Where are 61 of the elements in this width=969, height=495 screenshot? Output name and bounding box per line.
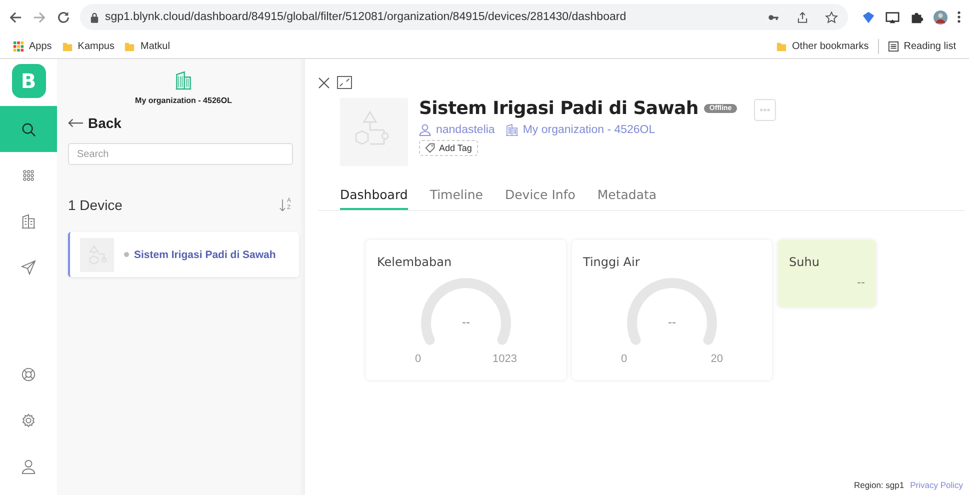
- arrow-left-icon: [68, 118, 83, 128]
- bookmark[interactable]: Other bookmarks: [771, 38, 874, 54]
- tag-icon: [425, 143, 435, 153]
- send-icon: [21, 260, 36, 274]
- gauge-value: --: [668, 315, 676, 329]
- widget-value: --: [857, 275, 865, 289]
- address-bar[interactable]: sgp1.blynk.cloud/dashboard/84915/global/filter/512081/organization/84915/devices/281430/dashboard: [80, 4, 848, 30]
- settings-icon[interactable]: [21, 412, 36, 428]
- device-list-item[interactable]: Sistem Irigasi Padi di Sawah: [68, 232, 299, 277]
- share-icon[interactable]: [796, 10, 809, 24]
- widget-title: Tinggi Air: [583, 255, 641, 269]
- folder-icon: [776, 40, 788, 52]
- widget-title: Suhu: [789, 255, 820, 269]
- widget-title: Kelembaban: [377, 255, 453, 269]
- building-icon: [21, 214, 36, 228]
- bookmark[interactable]: Apps: [8, 38, 57, 54]
- expand-icon[interactable]: [337, 76, 352, 89]
- gauge-max: 1023: [492, 353, 517, 365]
- lifebuoy-icon[interactable]: [21, 366, 36, 382]
- tab[interactable]: Metadata: [597, 187, 657, 210]
- star-icon[interactable]: [825, 10, 838, 24]
- back-icon[interactable]: [8, 10, 23, 24]
- bookmark[interactable]: Matkul: [119, 38, 175, 54]
- device-name: Sistem Irigasi Padi di Sawah: [134, 248, 276, 260]
- bookmark[interactable]: Reading list: [878, 38, 961, 54]
- gauge-min: 0: [621, 353, 628, 365]
- more-icon: [760, 108, 770, 112]
- lock-icon: [90, 12, 99, 22]
- menu-icon[interactable]: [957, 10, 961, 24]
- device-count: 1 Device: [68, 197, 122, 213]
- folder-icon: [62, 40, 73, 52]
- region-text: Region: sgp1: [854, 480, 904, 490]
- gauge-value: --: [462, 315, 470, 329]
- bookmark[interactable]: Kampus: [56, 38, 120, 54]
- profile-avatar-icon[interactable]: [933, 10, 948, 24]
- search-icon: [21, 122, 36, 136]
- tab[interactable]: Timeline: [430, 187, 483, 210]
- device-placeholder-icon: [340, 98, 408, 166]
- device-placeholder-icon: [80, 238, 114, 272]
- device-title: Sistem Irigasi Padi di Sawah: [419, 98, 698, 119]
- tab[interactable]: Dashboard: [340, 187, 408, 210]
- user-icon: [419, 124, 431, 136]
- gauge-min: 0: [415, 353, 422, 365]
- building-icon: [506, 124, 518, 136]
- arrow-down-icon: [278, 198, 286, 212]
- back-link[interactable]: Back: [68, 115, 299, 131]
- search-field[interactable]: Search: [68, 143, 293, 165]
- apps-grid-icon: [13, 40, 24, 52]
- reading-list-icon: [888, 40, 899, 52]
- cast-icon[interactable]: [885, 10, 900, 24]
- folder-icon: [124, 40, 136, 52]
- close-icon[interactable]: [318, 76, 330, 88]
- building-icon: [175, 71, 192, 90]
- url-text: sgp1.blynk.cloud/dashboard/84915/global/filter/512081/organization/84915/devices/281430/dashboard: [105, 11, 626, 23]
- gauge-max: 20: [710, 353, 723, 365]
- reload-icon[interactable]: [56, 10, 71, 24]
- user-icon[interactable]: [21, 458, 36, 474]
- organization-name: My organization - 4526OL: [135, 96, 232, 105]
- tab[interactable]: Device Info: [504, 187, 576, 210]
- grid-icon: [21, 168, 36, 182]
- add-tag-button[interactable]: Add Tag: [419, 140, 478, 156]
